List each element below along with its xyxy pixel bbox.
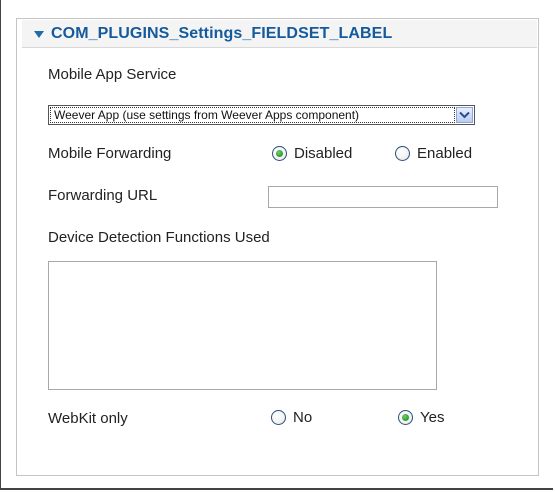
fieldset-legend-toggle[interactable]: COM_PLUGINS_Settings_FIELDSET_LABEL: [22, 20, 537, 48]
radio-circle: [395, 146, 410, 161]
mobile-forwarding-disabled-radio[interactable]: Disabled: [272, 145, 352, 162]
chevron-down-icon: [459, 111, 470, 119]
radio-checked-dot: [276, 150, 283, 157]
device-detection-textarea[interactable]: [48, 261, 437, 390]
radio-label: Disabled: [294, 145, 353, 162]
forwarding-url-input[interactable]: [268, 186, 498, 208]
webkit-only-label: WebKit only: [48, 410, 128, 427]
webkit-only-no-radio[interactable]: No: [271, 409, 312, 426]
settings-fieldset: [16, 18, 539, 476]
radio-label: Yes: [420, 409, 445, 426]
mobile-forwarding-enabled-radio[interactable]: Enabled: [395, 145, 472, 162]
radio-checked-dot: [402, 414, 409, 421]
mobile-app-service-select[interactable]: Weever App (use settings from Weever App…: [48, 105, 475, 125]
webkit-only-yes-radio[interactable]: Yes: [398, 409, 444, 426]
mobile-app-service-label: Mobile App Service: [48, 66, 177, 83]
device-detection-label: Device Detection Functions Used: [48, 229, 270, 246]
radio-label: Enabled: [417, 145, 473, 162]
mobile-app-service-selected-value: Weever App (use settings from Weever App…: [50, 107, 455, 123]
forwarding-url-label: Forwarding URL: [48, 187, 158, 204]
fieldset-title: COM_PLUGINS_Settings_FIELDSET_LABEL: [51, 24, 393, 42]
collapse-arrow-icon: [34, 30, 44, 38]
radio-circle: [272, 146, 287, 161]
dropdown-button[interactable]: [456, 107, 473, 123]
radio-circle: [398, 410, 413, 425]
mobile-forwarding-label: Mobile Forwarding: [48, 145, 172, 162]
radio-circle: [271, 410, 286, 425]
radio-label: No: [293, 409, 313, 426]
